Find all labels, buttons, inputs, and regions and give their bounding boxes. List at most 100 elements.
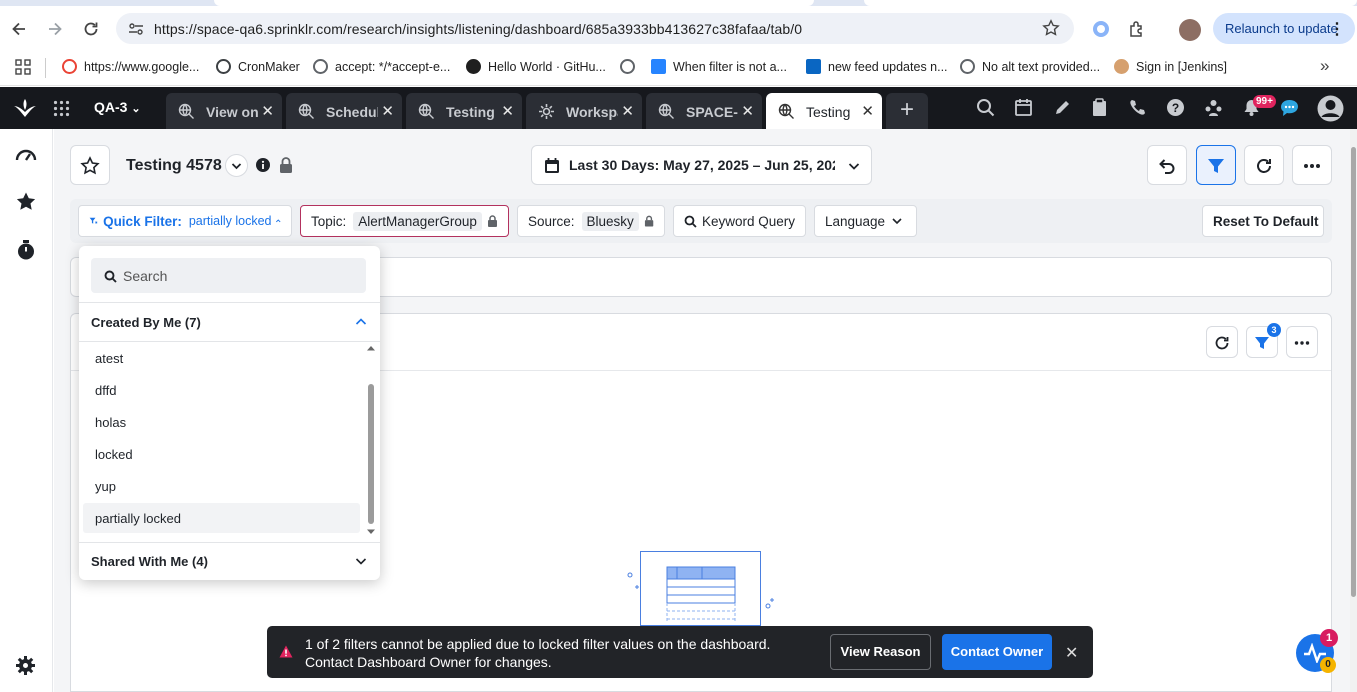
site-settings-icon[interactable] [128,21,144,37]
close-icon[interactable]: ✕ [501,102,514,120]
chat-icon[interactable] [1280,99,1299,117]
dropdown-search[interactable] [91,258,366,293]
bookmark-label: https://www.google... [84,59,200,74]
star-filled-icon[interactable] [15,191,37,213]
profile-avatar[interactable] [1179,19,1201,41]
warning-icon [279,645,293,658]
bookmark-label: No alt text provided... [982,59,1101,74]
bookmark-linkedin[interactable]: new feed updates n... [806,59,948,74]
app-tab-2[interactable]: Schedul ✕ [286,93,402,129]
list-item[interactable]: yup [83,471,360,501]
settings-gear-icon[interactable] [15,655,36,676]
list-item[interactable]: locked [83,439,360,469]
language-filter-chip[interactable]: Language [814,205,917,237]
app-tab-6-active[interactable]: Testing ✕ [766,93,882,129]
filter-toggle-button[interactable] [1196,145,1236,185]
source-value: Bluesky [581,211,639,231]
date-range-picker[interactable]: Last 30 Days: May 27, 2025 – Jun 25, 202… [531,145,872,185]
more-options-button[interactable] [1292,145,1332,185]
bookmark-alt-text[interactable]: No alt text provided... [960,59,1100,74]
phone-icon[interactable] [1128,98,1147,117]
apps-grid-icon[interactable] [15,59,31,75]
bookmarks-bar: https://www.google... CronMaker accept: … [0,50,1357,86]
undo-button[interactable] [1147,145,1187,185]
stopwatch-icon[interactable] [15,239,37,261]
address-bar[interactable]: https://space-qa6.sprinklr.com/research/… [116,13,1074,44]
bookmark-google[interactable]: https://www.google... [62,59,199,74]
scroll-down-arrow-icon[interactable] [366,529,376,535]
github-icon [466,59,481,74]
new-tab-button[interactable]: + [886,93,928,129]
extension-icon[interactable] [1092,20,1110,38]
app-tab-3[interactable]: Testing ✕ [406,93,522,129]
workspace-switcher[interactable]: QA-3 ⌄ [94,99,141,115]
close-icon[interactable]: ✕ [741,102,754,120]
item-label: atest [95,351,124,366]
close-icon[interactable]: ✕ [861,102,874,120]
dropdown-search-input[interactable] [123,258,353,293]
refresh-button[interactable] [1244,145,1284,185]
search-icon[interactable] [976,98,995,117]
app-tab-5[interactable]: SPACE-9✕ [646,93,762,129]
chevron-up-icon[interactable] [354,315,368,329]
lock-icon [280,157,292,173]
bookmark-label: CronMaker [238,59,300,74]
extensions-puzzle-icon[interactable] [1128,20,1146,38]
contact-owner-button[interactable]: Contact Owner [942,634,1052,670]
calendar-icon[interactable] [1014,98,1033,117]
widget-more-button[interactable] [1286,326,1318,358]
bookmark-accept[interactable]: accept: */*accept-e... [313,59,450,74]
close-icon[interactable]: ✕ [261,102,274,120]
close-icon[interactable]: ✕ [621,102,634,120]
created-by-me-section[interactable]: Created By Me (7) [91,315,201,330]
keyword-query-chip[interactable]: Keyword Query [673,205,806,237]
app-tab-4[interactable]: Workspa✕ [526,93,642,129]
help-icon[interactable]: ? [1166,98,1185,117]
reset-to-default-button[interactable]: Reset To Default [1202,205,1324,237]
back-icon[interactable] [9,19,29,39]
reload-icon[interactable] [81,19,101,39]
clipboard-icon[interactable] [1090,98,1109,117]
gear-icon [539,104,554,119]
quick-filter-value: partially locked [188,214,272,228]
view-reason-button[interactable]: View Reason [830,634,931,670]
bookmark-jenkins[interactable]: Sign in [Jenkins] [1114,59,1227,74]
chevron-down-icon[interactable] [354,554,368,568]
svg-text:?: ? [1172,101,1179,115]
forward-icon[interactable] [45,19,65,39]
list-item-selected[interactable]: partially locked [83,503,360,533]
dropdown-scroll-thumb[interactable] [368,384,374,524]
launcher-grid-icon[interactable] [53,100,70,117]
favorite-button[interactable] [70,145,110,185]
list-item[interactable]: holas [83,407,360,437]
user-avatar-icon[interactable] [1317,95,1344,122]
shared-with-me-section[interactable]: Shared With Me (4) [91,554,208,569]
info-icon[interactable] [256,158,270,172]
gauge-icon[interactable] [15,145,37,165]
close-icon[interactable]: ✕ [381,102,394,120]
team-icon[interactable] [1204,98,1223,117]
bookmark-star-icon[interactable] [1042,19,1060,37]
bookmark-github[interactable]: Hello World · GitHu... [466,59,606,74]
scroll-up-arrow-icon[interactable] [366,345,376,351]
widget-refresh-button[interactable] [1206,326,1238,358]
pencil-icon[interactable] [1053,98,1072,117]
list-item[interactable]: dffd [83,375,360,405]
bookmark-globe[interactable] [620,59,642,74]
title-menu-button[interactable] [225,154,248,177]
bookmark-jira[interactable]: When filter is not a... [651,59,787,74]
bookmarks-overflow-icon[interactable]: » [1320,56,1329,76]
browser-menu-icon[interactable]: ⋮ [1329,19,1345,39]
close-icon[interactable]: ✕ [1065,643,1078,663]
app-tab-1[interactable]: View on ✕ [166,93,282,129]
quick-filter-chip[interactable]: Quick Filter: partially locked [78,205,292,237]
sprinklr-logo-icon[interactable] [12,97,38,119]
topic-filter-chip[interactable]: Topic: AlertManagerGroup [300,205,509,237]
list-item[interactable]: atest [83,343,360,373]
page-scrollbar[interactable] [1350,129,1357,692]
locked-filter-toast: 1 of 2 filters cannot be applied due to … [267,626,1093,678]
source-filter-chip[interactable]: Source: Bluesky [517,205,665,237]
filter-icon [1255,337,1269,349]
relaunch-button[interactable]: Relaunch to update ⋮ [1213,13,1355,44]
bookmark-cronmaker[interactable]: CronMaker [216,59,300,74]
